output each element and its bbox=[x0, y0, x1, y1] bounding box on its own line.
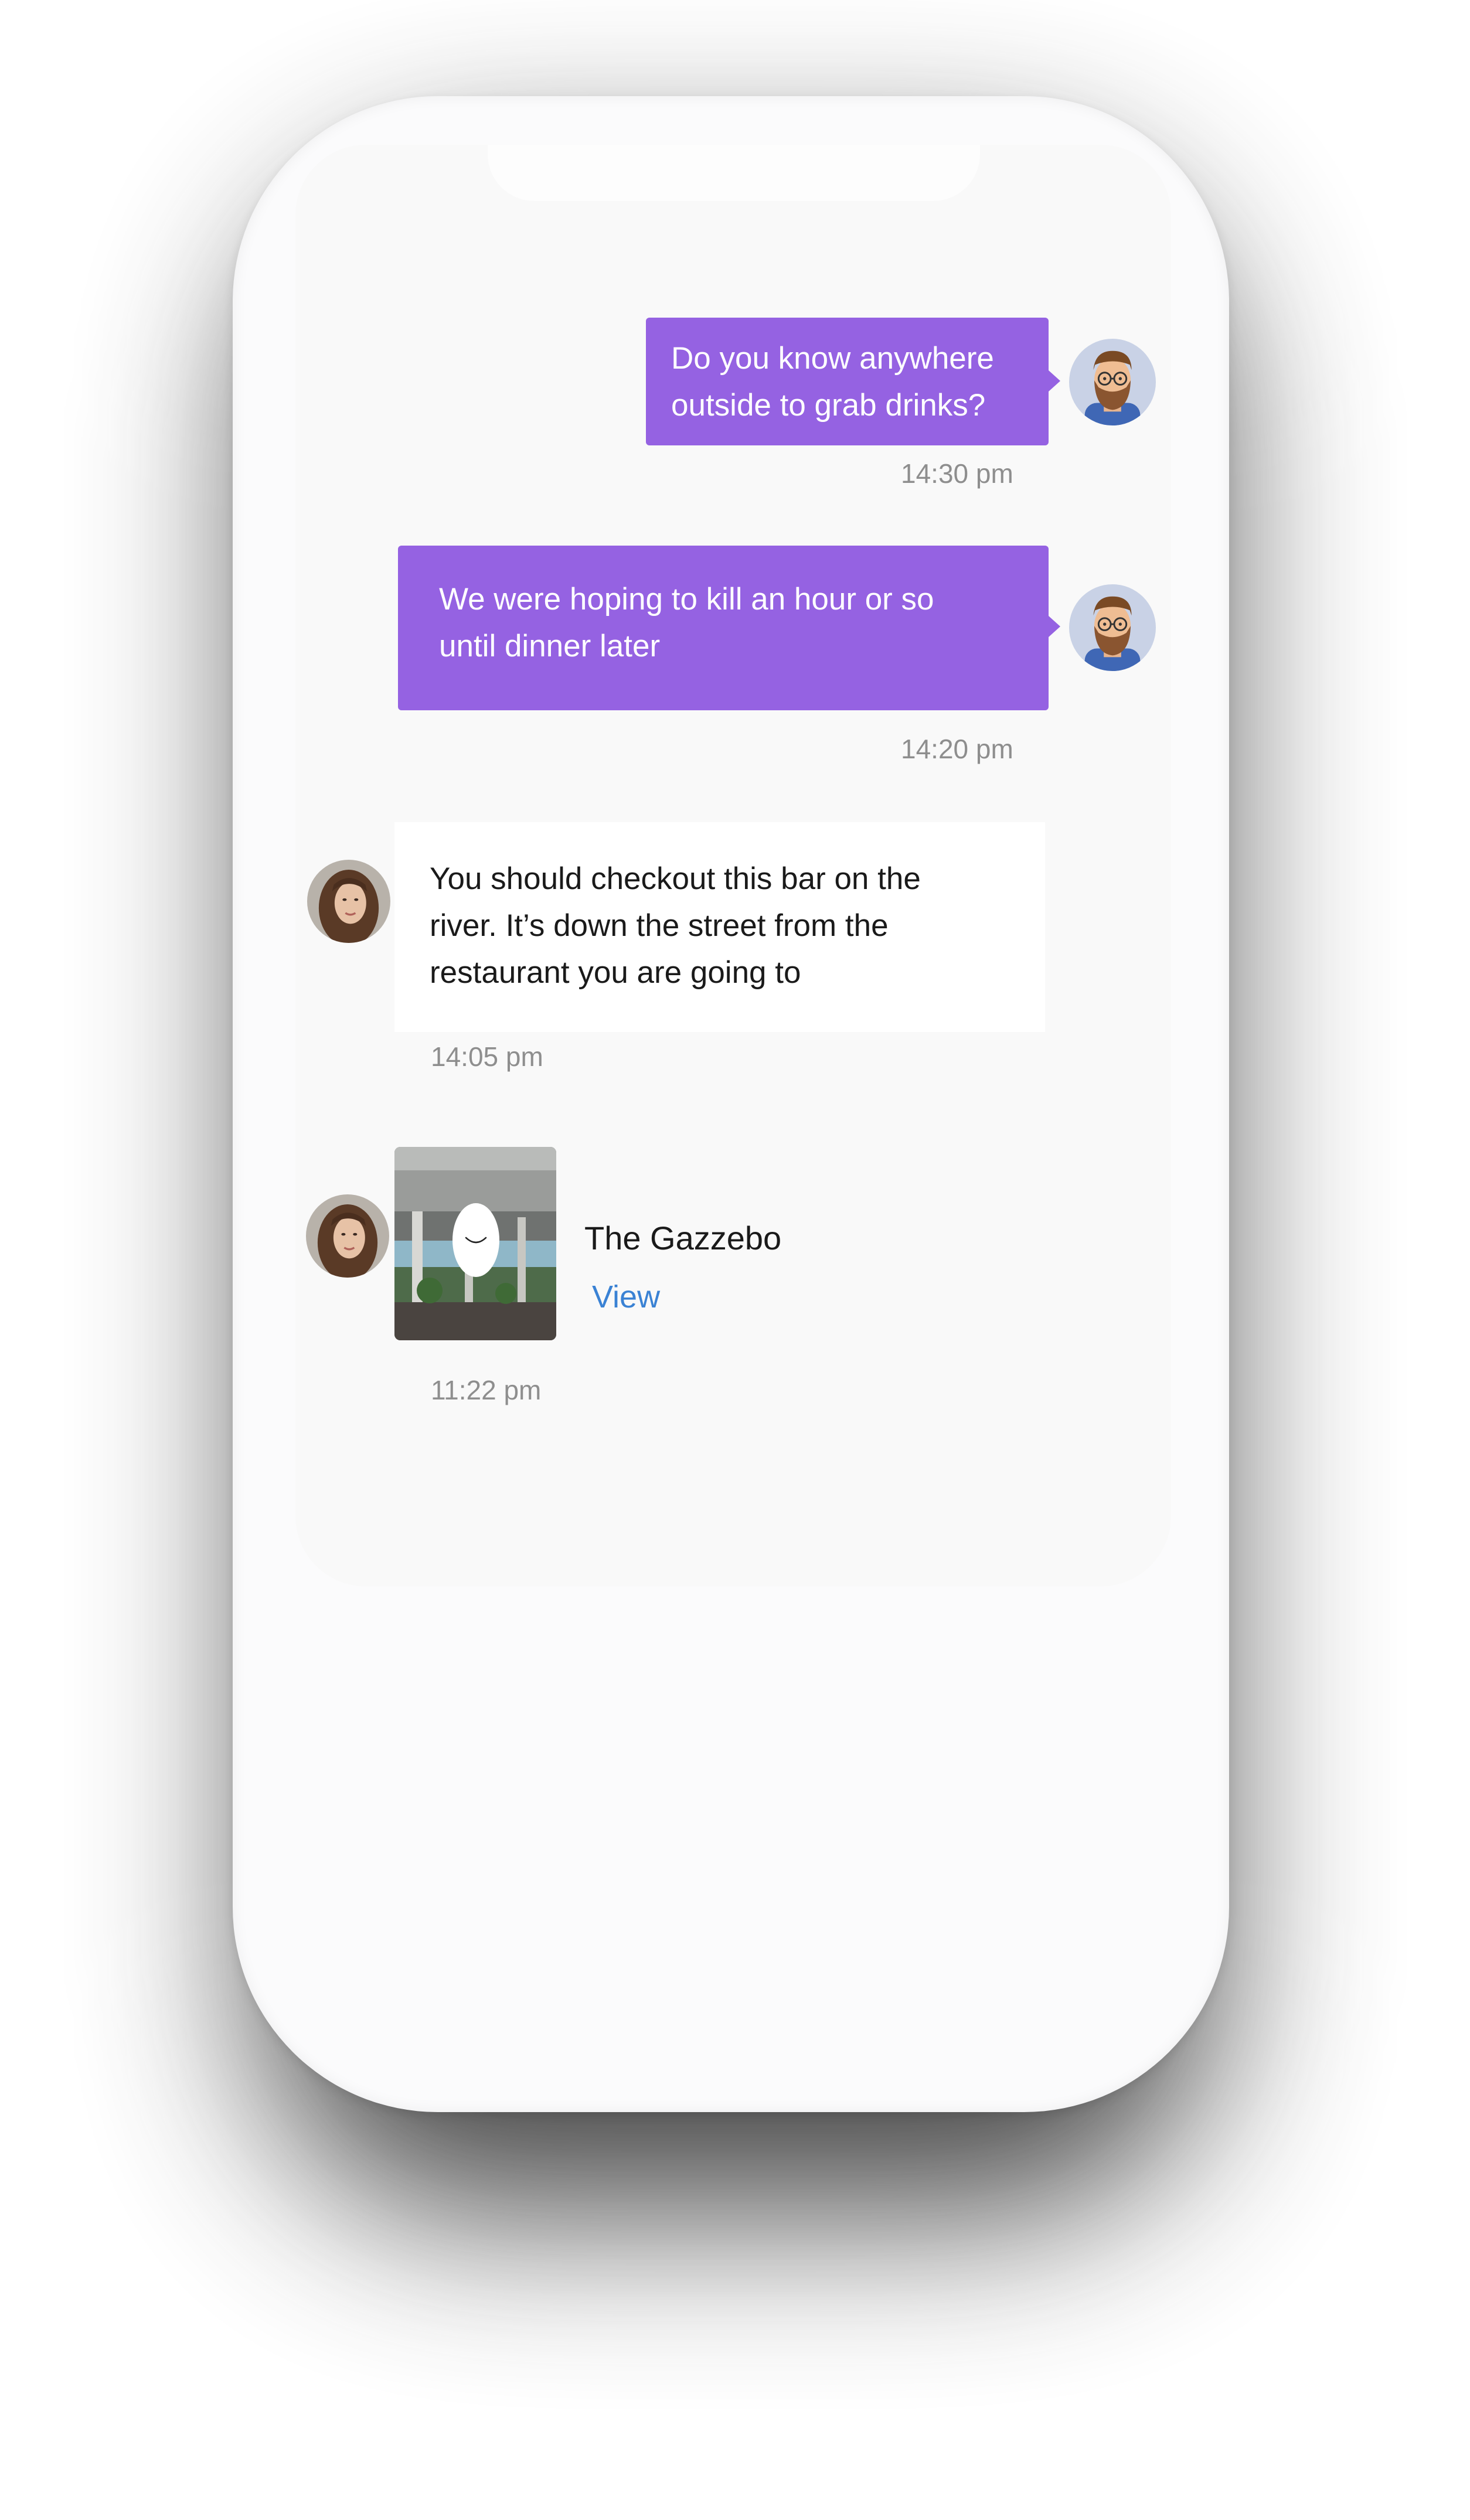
chevron-down-icon bbox=[465, 1237, 487, 1244]
bearded-man-avatar-icon bbox=[1069, 584, 1156, 671]
phone-notch bbox=[488, 145, 980, 201]
sender-avatar[interactable] bbox=[1069, 584, 1156, 671]
sender-avatar[interactable] bbox=[1069, 339, 1156, 425]
woman-photo-avatar bbox=[306, 1194, 389, 1278]
recipient-avatar[interactable] bbox=[306, 1194, 389, 1278]
message-text-line: You should checkout this bar on the bbox=[430, 861, 921, 896]
message-text-line: We were hoping to kill an hour or so bbox=[439, 582, 934, 617]
message-text-line: Do you know anywhere bbox=[671, 341, 994, 376]
message-text-line: river. It’s down the street from the bbox=[430, 908, 889, 943]
message-text-line: outside to grab drinks? bbox=[671, 388, 986, 423]
view-place-link[interactable]: View bbox=[592, 1279, 660, 1315]
message-timestamp: 11:22 pm bbox=[431, 1375, 542, 1405]
outgoing-message-bubble[interactable]: We were hoping to kill an hour or so unt… bbox=[398, 546, 1049, 710]
incoming-message-bubble[interactable]: You should checkout this bar on the rive… bbox=[394, 822, 1045, 1032]
message-timestamp: 14:30 pm bbox=[901, 458, 1013, 489]
place-title: The Gazzebo bbox=[584, 1220, 782, 1256]
media-badge[interactable] bbox=[452, 1203, 499, 1277]
bubble-tail bbox=[1049, 616, 1060, 637]
message-text-line: until dinner later bbox=[439, 629, 661, 663]
bubble-tail bbox=[1049, 370, 1060, 391]
woman-photo-avatar bbox=[307, 860, 390, 943]
message-text-line: restaurant you are going to bbox=[430, 955, 801, 990]
outgoing-message-bubble[interactable]: Do you know anywhere outside to grab dri… bbox=[646, 318, 1049, 445]
recipient-avatar[interactable] bbox=[307, 860, 390, 943]
message-timestamp: 14:05 pm bbox=[431, 1041, 543, 1072]
bearded-man-avatar-icon bbox=[1069, 339, 1156, 425]
message-timestamp: 14:20 pm bbox=[901, 734, 1013, 764]
